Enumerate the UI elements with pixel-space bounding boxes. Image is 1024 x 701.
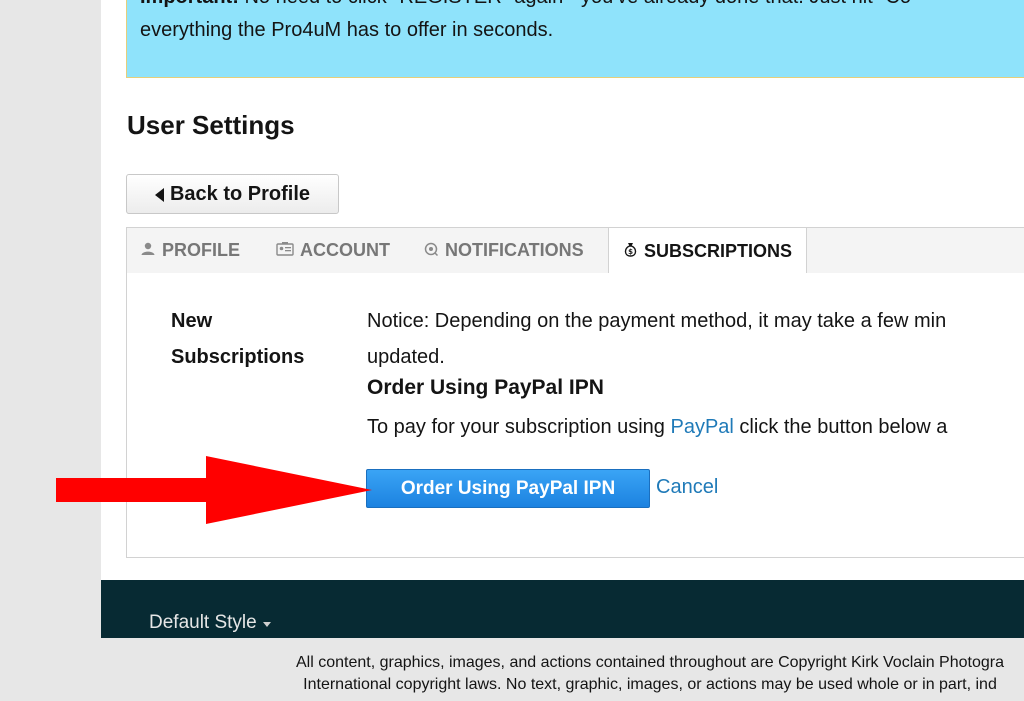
paypal-instruction: To pay for your subscription using PayPa… — [367, 416, 947, 439]
copyright-line-1: All content, graphics, images, and actio… — [296, 654, 1004, 671]
payment-notice-text: Notice: Depending on the payment method,… — [367, 303, 1024, 375]
notice-important-label: Important: — [140, 0, 239, 8]
tab-notifications-label: NOTIFICATIONS — [445, 240, 584, 260]
tab-account-label: ACCOUNT — [300, 240, 390, 260]
order-paypal-button[interactable]: Order Using PayPal IPN — [366, 469, 650, 508]
user-icon — [140, 242, 156, 259]
style-chooser[interactable]: Default Style — [149, 612, 271, 634]
copyright-notice: All content, graphics, images, and actio… — [150, 652, 1024, 696]
tab-subscriptions-label: SUBSCRIPTIONS — [644, 240, 793, 261]
cancel-link[interactable]: Cancel — [656, 476, 718, 499]
copyright-line-2: International copyright laws. No text, g… — [303, 676, 997, 693]
new-subscriptions-label: New Subscriptions — [171, 310, 305, 368]
red-arrow-annotation — [56, 456, 372, 524]
payment-notice-line-2: updated. — [367, 346, 445, 368]
chevron-down-icon — [262, 622, 271, 627]
notice-line-1: Important: No need to click "REGISTER" a… — [140, 0, 911, 9]
style-chooser-label: Default Style — [149, 612, 257, 633]
order-paypal-heading: Order Using PayPal IPN — [367, 376, 604, 399]
tab-profile-label: PROFILE — [162, 240, 241, 260]
notice-line-1-text: No need to click "REGISTER" again - you'… — [239, 0, 911, 8]
back-to-profile-label: Back to Profile — [169, 182, 311, 205]
id-card-icon — [276, 242, 294, 259]
page-title: User Settings — [127, 110, 295, 140]
payment-notice-line-1: Notice: Depending on the payment method,… — [367, 310, 947, 332]
svg-text:$: $ — [628, 248, 633, 256]
paypal-link[interactable]: PayPal — [671, 416, 734, 438]
money-bag-icon: $ — [623, 242, 638, 260]
tab-profile[interactable]: PROFILE — [140, 227, 240, 274]
notice-line-2: everything the Pro4uM has to offer in se… — [140, 19, 554, 41]
tab-subscriptions[interactable]: $ SUBSCRIPTIONS — [608, 227, 808, 275]
instruction-before: To pay for your subscription using — [367, 416, 671, 438]
caret-left-icon — [154, 187, 164, 202]
bell-icon — [423, 242, 439, 259]
tab-notifications[interactable]: NOTIFICATIONS — [423, 227, 584, 274]
tab-account[interactable]: ACCOUNT — [276, 227, 390, 274]
back-to-profile-button[interactable]: Back to Profile — [126, 174, 339, 214]
instruction-after: click the button below a — [733, 416, 948, 438]
